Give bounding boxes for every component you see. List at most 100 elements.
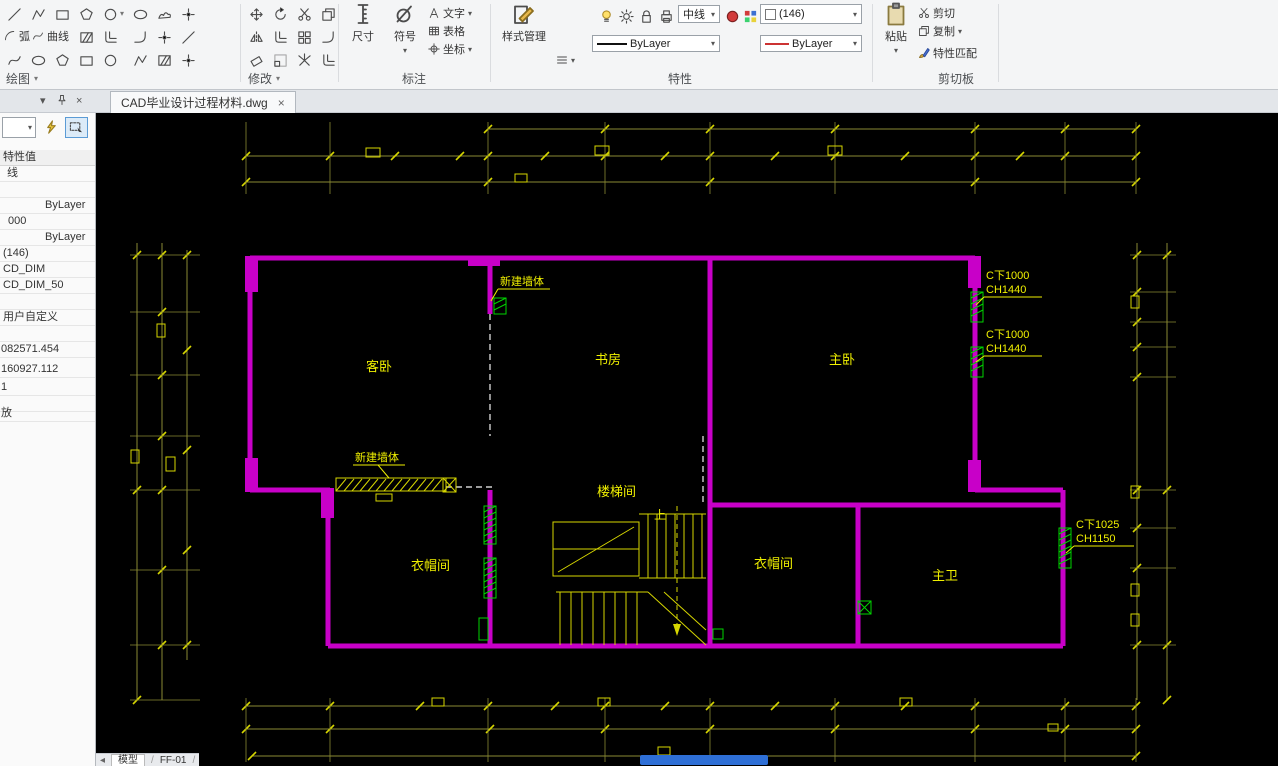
property-row[interactable]: (146): [0, 246, 95, 262]
gradient-tool-button[interactable]: [154, 50, 174, 70]
color-picker-button[interactable]: [722, 6, 742, 26]
property-row[interactable]: ByLayer: [0, 198, 95, 214]
panel-close-icon[interactable]: ×: [76, 95, 82, 107]
copy-button[interactable]: 复制 ▾: [918, 23, 962, 39]
property-row[interactable]: 160927.112: [0, 362, 95, 378]
model-tab[interactable]: 模型: [111, 754, 146, 766]
rectangle-tool-button[interactable]: [52, 4, 72, 24]
select-objects-button[interactable]: [65, 117, 88, 138]
dimension-button[interactable]: 尺寸: [344, 2, 382, 44]
document-tab[interactable]: CAD毕业设计过程材料.dwg ×: [110, 91, 296, 113]
modify-group-caret-icon[interactable]: ▾: [276, 74, 280, 83]
layer-caret-icon: ▾: [852, 9, 857, 19]
offset-tool-button[interactable]: [100, 27, 120, 47]
donut-tool-button[interactable]: [100, 50, 120, 70]
fillet-tool-button[interactable]: [130, 27, 150, 47]
property-row[interactable]: CD_DIM: [0, 262, 95, 278]
color-dropdown[interactable]: ByLayer ▾: [760, 35, 862, 52]
linetype-dropdown[interactable]: ByLayer ▾: [592, 35, 720, 52]
property-row[interactable]: 用户自定义: [0, 310, 95, 326]
ribbon: ▾ 弧 曲线 绘图 ▾ 修改 ▾ 尺寸 符号 ▾ 文字▾ 表格 坐标▾ 标注: [0, 0, 1278, 90]
draw-group-caret-icon[interactable]: ▾: [34, 74, 38, 83]
color-palette-button[interactable]: [740, 6, 760, 26]
ellipse-tool-button[interactable]: [130, 4, 150, 24]
quick-select-button[interactable]: [40, 117, 63, 138]
revcloud-tool-button[interactable]: [154, 4, 174, 24]
spline-tool-button[interactable]: [4, 50, 24, 70]
line-tool-button[interactable]: [4, 4, 24, 24]
divide-tool-button[interactable]: [154, 27, 174, 47]
curve-tool-label: 曲线: [47, 31, 69, 43]
layer-freeze-button[interactable]: [616, 6, 636, 26]
list-options-button[interactable]: ▾: [556, 54, 575, 66]
polyline-tool-button[interactable]: [28, 4, 48, 24]
scissors-icon: [918, 7, 930, 19]
property-row[interactable]: 000: [0, 214, 95, 230]
symbol-button[interactable]: 符号 ▾: [386, 2, 424, 55]
panel-menu-caret-icon[interactable]: ▾: [40, 95, 46, 107]
curve-tool-button[interactable]: 曲线: [32, 28, 69, 44]
stretch-tool-button[interactable]: [318, 50, 338, 70]
drawing-area[interactable]: 客卧 书房 主卧 楼梯间 衣帽间 衣帽间 主卫 上 新建墙体 新建墙体 C下10…: [96, 113, 1278, 766]
property-row[interactable]: 放: [0, 406, 95, 422]
layer-on-button[interactable]: [596, 6, 616, 26]
xline-tool-button[interactable]: [178, 27, 198, 47]
linetype-style-dropdown[interactable]: 中线 ▾: [678, 5, 720, 23]
match-properties-button[interactable]: 特性匹配: [918, 45, 977, 61]
arc-tool-button[interactable]: 弧: [4, 28, 30, 44]
panel-pin-icon[interactable]: [56, 94, 68, 109]
room-label: 衣帽间: [754, 556, 793, 571]
circle-tool-button[interactable]: [100, 4, 120, 24]
sketch-tool-button[interactable]: [130, 50, 150, 70]
property-row[interactable]: 082571.454: [0, 342, 95, 358]
layout-tab[interactable]: FF-01: [160, 755, 187, 766]
multipoint-tool-button[interactable]: [178, 50, 198, 70]
layout-scroll-left-icon[interactable]: ◂: [100, 755, 105, 766]
layer-plot-button[interactable]: [656, 6, 676, 26]
copy-tool-button[interactable]: [318, 4, 338, 24]
draw-group-label[interactable]: 绘图: [6, 70, 30, 87]
mirror-tool-button[interactable]: [246, 27, 266, 47]
style-manager-button[interactable]: 样式管理: [495, 2, 553, 44]
property-row[interactable]: CD_DIM_50: [0, 278, 95, 294]
properties-group-label[interactable]: 特性: [668, 70, 692, 87]
array-tool-button[interactable]: [294, 27, 314, 47]
rotate-tool-button[interactable]: [270, 4, 290, 24]
windows-layer: [483, 291, 1072, 599]
table-tool-button[interactable]: 表格: [428, 23, 465, 39]
scissors-icon: [297, 7, 312, 22]
cut-button[interactable]: 剪切: [918, 5, 955, 21]
property-row[interactable]: ByLayer: [0, 230, 95, 246]
polygon-tool-button[interactable]: [76, 4, 96, 24]
circle-flyout-caret-icon[interactable]: ▾: [120, 9, 124, 18]
erase-tool-button[interactable]: [246, 50, 266, 70]
modify-group-label[interactable]: 修改: [248, 70, 272, 87]
property-row[interactable]: 1: [0, 380, 95, 396]
spline-icon: [32, 30, 44, 42]
move-tool-button[interactable]: [246, 4, 266, 24]
group-separator: [240, 4, 241, 82]
clipboard-group-label[interactable]: 剪切板: [938, 70, 974, 87]
columns-layer: [245, 256, 981, 518]
region-tool-button[interactable]: [76, 50, 96, 70]
polygon2-tool-button[interactable]: [52, 50, 72, 70]
layer-dropdown[interactable]: (146) ▾: [760, 4, 862, 24]
fillet2-tool-button[interactable]: [318, 27, 338, 47]
selection-filter-dropdown[interactable]: ▾: [2, 117, 36, 138]
offset2-tool-button[interactable]: [270, 27, 290, 47]
annotate-group-label[interactable]: 标注: [402, 70, 426, 87]
explode-tool-button[interactable]: [294, 50, 314, 70]
paste-label: 粘贴: [885, 31, 907, 43]
scale-tool-button[interactable]: [270, 50, 290, 70]
ellipse-arc-tool-button[interactable]: [28, 50, 48, 70]
point-tool-button[interactable]: [178, 4, 198, 24]
trim-tool-button[interactable]: [294, 4, 314, 24]
layer-lock-button[interactable]: [636, 6, 656, 26]
property-row[interactable]: 线: [0, 166, 95, 182]
floor-plan-drawing[interactable]: 客卧 书房 主卧 楼梯间 衣帽间 衣帽间 主卫 上 新建墙体 新建墙体 C下10…: [96, 113, 1278, 766]
hatch-tool-button[interactable]: [76, 27, 96, 47]
document-tab-close-icon[interactable]: ×: [278, 96, 285, 110]
text-tool-button[interactable]: 文字 ▾: [428, 5, 472, 21]
coordinate-tool-button[interactable]: 坐标 ▾: [428, 41, 472, 57]
paste-button[interactable]: 粘贴 ▾: [878, 2, 914, 55]
